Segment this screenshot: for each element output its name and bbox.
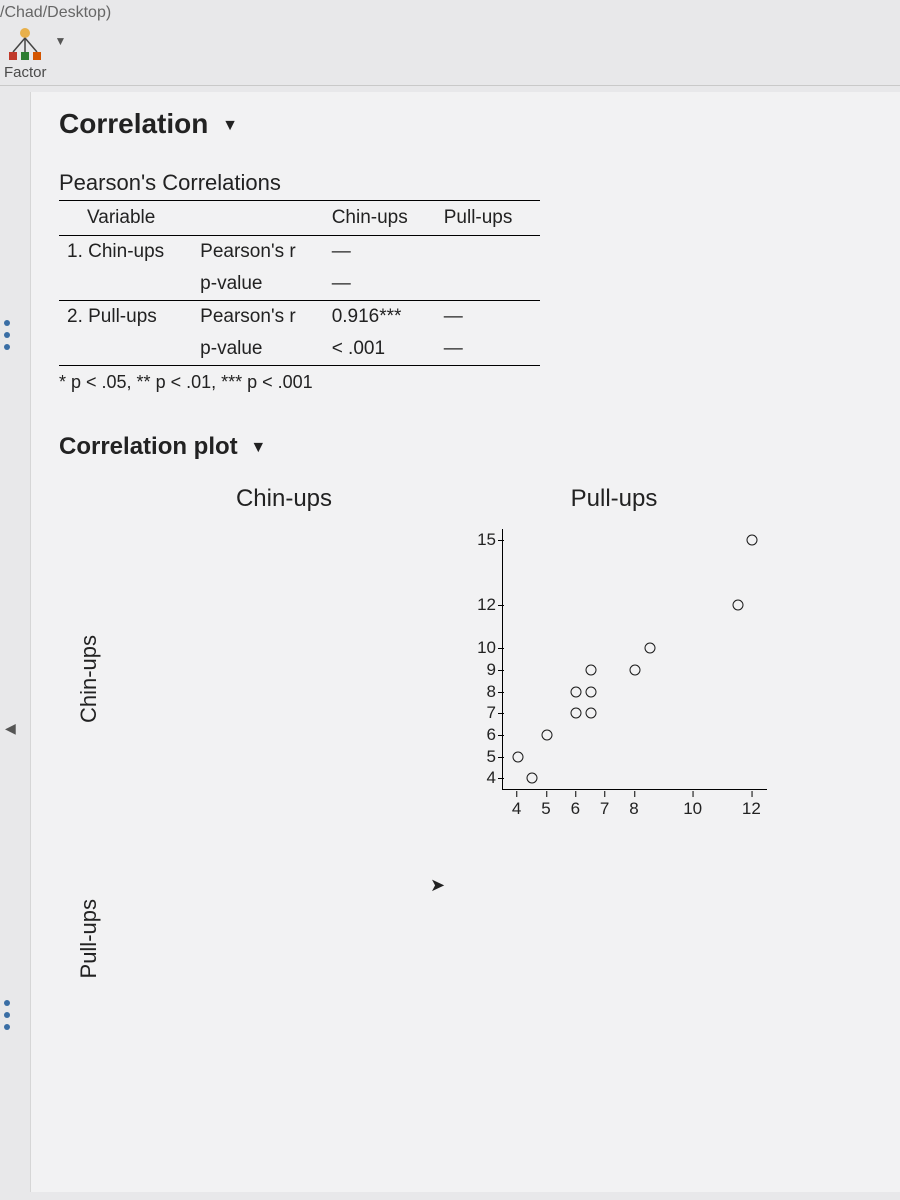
matrix-row-label: Pull-ups <box>76 899 102 978</box>
section-heading-correlation-plot[interactable]: Correlation plot ▼ <box>59 433 876 461</box>
y-tick: 7 <box>466 703 496 723</box>
table-header-row: Variable Chin-ups Pull-ups <box>59 201 540 236</box>
x-tick: 4 <box>512 799 521 819</box>
table-row: p-value < .001 — <box>59 333 540 366</box>
factor-icon <box>5 26 45 62</box>
chevron-down-icon: ▼ <box>222 117 238 134</box>
y-tick: 6 <box>466 725 496 745</box>
cell-val: — <box>324 268 436 301</box>
table-footnote: * p < .05, ** p < .01, *** p < .001 <box>59 372 876 393</box>
data-point <box>644 643 655 654</box>
cell-val: < .001 <box>324 333 436 366</box>
correlation-plot-matrix: Chin-ups Pull-ups Chin-ups 456789101215 … <box>59 479 876 1039</box>
toolbar-divider <box>0 85 900 86</box>
chevron-down-icon: ▼ <box>250 439 266 456</box>
results-panel: Correlation ▼ Pearson's Correlations Var… <box>30 92 900 1192</box>
data-point <box>630 664 641 675</box>
col-stat <box>192 201 324 236</box>
data-point <box>586 708 597 719</box>
y-tick: 12 <box>466 595 496 615</box>
matrix-col-header: Chin-ups <box>236 485 332 513</box>
panel-drag-handle[interactable] <box>4 320 10 350</box>
cell-val <box>436 268 541 301</box>
cell-stat: Pearson's r <box>192 236 324 269</box>
cell-stat: p-value <box>192 268 324 301</box>
y-tick: 15 <box>466 530 496 550</box>
cell-val: — <box>436 301 541 334</box>
col-variable: Variable <box>59 201 192 236</box>
chevron-down-icon[interactable]: ▼ <box>55 34 67 48</box>
data-point <box>747 534 758 545</box>
y-tick: 4 <box>466 768 496 788</box>
toolbar: Factor ▼ <box>0 24 900 81</box>
x-tick: 5 <box>541 799 550 819</box>
cell-val <box>436 236 541 269</box>
data-point <box>571 686 582 697</box>
scatter-plot: 456789101215 456781012 <box>454 529 774 829</box>
x-tick: 10 <box>683 799 702 819</box>
cell-val: — <box>324 236 436 269</box>
data-point <box>571 708 582 719</box>
factor-button[interactable]: Factor <box>4 26 47 81</box>
collapse-arrow-icon[interactable]: ◀ <box>5 720 16 737</box>
path-bar: /Chad/Desktop) <box>0 0 900 24</box>
cell-stat: Pearson's r <box>192 301 324 334</box>
cell-var: 1. Chin-ups <box>59 236 192 269</box>
cell-stat: p-value <box>192 333 324 366</box>
y-tick: 9 <box>466 660 496 680</box>
factor-label: Factor <box>4 64 47 81</box>
col-chinups: Chin-ups <box>324 201 436 236</box>
table-row: p-value — <box>59 268 540 301</box>
x-tick: 12 <box>742 799 761 819</box>
data-point <box>586 664 597 675</box>
data-point <box>512 751 523 762</box>
plot-title: Correlation plot <box>59 433 238 460</box>
table-row: 1. Chin-ups Pearson's r — <box>59 236 540 269</box>
data-point <box>732 599 743 610</box>
table-row: 2. Pull-ups Pearson's r 0.916*** — <box>59 301 540 334</box>
data-point <box>586 686 597 697</box>
cell-val: 0.916*** <box>324 301 436 334</box>
col-pullups: Pull-ups <box>436 201 541 236</box>
cell-val: — <box>436 333 541 366</box>
section-title: Correlation <box>59 108 208 139</box>
matrix-col-header: Pull-ups <box>571 485 658 513</box>
y-tick: 10 <box>466 638 496 658</box>
x-tick: 6 <box>571 799 580 819</box>
matrix-row-label: Chin-ups <box>76 635 102 723</box>
cell-var: 2. Pull-ups <box>59 301 192 334</box>
data-point <box>542 729 553 740</box>
correlation-table: Variable Chin-ups Pull-ups 1. Chin-ups P… <box>59 200 540 366</box>
x-tick: 7 <box>600 799 609 819</box>
section-heading-correlation[interactable]: Correlation ▼ <box>59 108 876 140</box>
table-title: Pearson's Correlations <box>59 170 876 196</box>
panel-drag-handle[interactable] <box>4 1000 10 1030</box>
data-point <box>527 773 538 784</box>
x-tick: 8 <box>629 799 638 819</box>
y-tick: 8 <box>466 682 496 702</box>
y-tick: 5 <box>466 747 496 767</box>
